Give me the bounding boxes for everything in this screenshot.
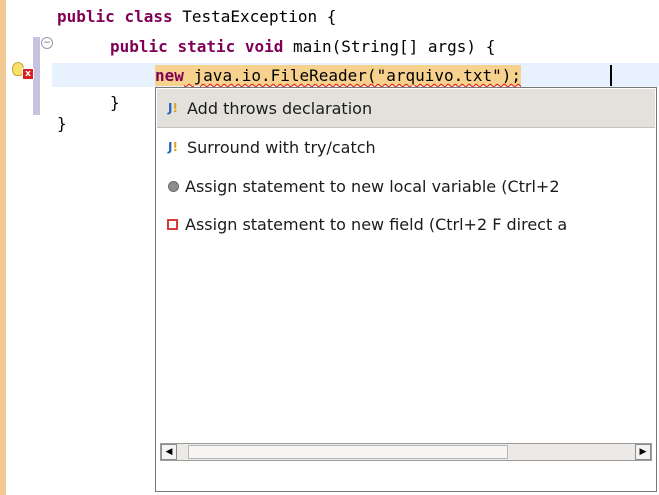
java-warning-icon: J!	[168, 101, 178, 115]
keyword: void	[244, 37, 284, 56]
quickfix-item-label: Assign statement to new local variable (…	[185, 176, 560, 196]
quickfix-item-new-field[interactable]: Assign statement to new field (Ctrl+2 F …	[157, 205, 655, 243]
code-text: main(String[] args) {	[283, 37, 496, 56]
keyword: public	[57, 7, 115, 26]
java-warning-icon: J!	[168, 140, 178, 154]
code-text: TestaException {	[172, 7, 337, 26]
error-expression[interactable]: new java.io.FileReader("arquivo.txt");	[155, 65, 522, 86]
keyword: class	[124, 7, 173, 26]
scroll-thumb[interactable]	[188, 445, 508, 459]
quickfix-item-try-catch[interactable]: J! Surround with try/catch	[157, 128, 655, 166]
text-cursor	[610, 65, 612, 86]
scroll-left-button[interactable]: ◀	[161, 444, 177, 460]
code-line-2[interactable]: public static void main(String[] args) {	[110, 36, 495, 57]
keyword: public	[110, 37, 168, 56]
quickfix-marker[interactable]: x	[12, 62, 34, 82]
code-line-1[interactable]: public class TestaException {	[57, 6, 336, 27]
scroll-right-button[interactable]: ▶	[635, 444, 651, 460]
code-line-4[interactable]: }	[110, 92, 120, 113]
fold-range-bar	[33, 37, 40, 115]
field-icon	[167, 218, 178, 230]
horizontal-scrollbar[interactable]: ◀ ▶	[160, 443, 652, 461]
quickfix-item-label: Surround with try/catch	[187, 137, 376, 157]
error-icon: x	[22, 68, 34, 80]
quickfix-popup[interactable]: J! Add throws declaration J! Surround wi…	[155, 87, 657, 492]
quickfix-item-add-throws[interactable]: J! Add throws declaration	[157, 89, 655, 128]
error-code-text: java.io.FileReader("arquivo.txt");	[183, 66, 522, 85]
quickfix-item-label: Add throws declaration	[187, 98, 373, 118]
keyword: static	[177, 37, 236, 56]
fold-collapse-icon[interactable]: −	[41, 37, 53, 49]
code-line-5[interactable]: }	[57, 113, 67, 134]
keyword: new	[155, 66, 184, 85]
quickfix-item-label: Assign statement to new field (Ctrl+2 F …	[185, 214, 568, 234]
quickfix-item-local-variable[interactable]: Assign statement to new local variable (…	[157, 167, 655, 205]
local-variable-icon	[168, 180, 179, 192]
